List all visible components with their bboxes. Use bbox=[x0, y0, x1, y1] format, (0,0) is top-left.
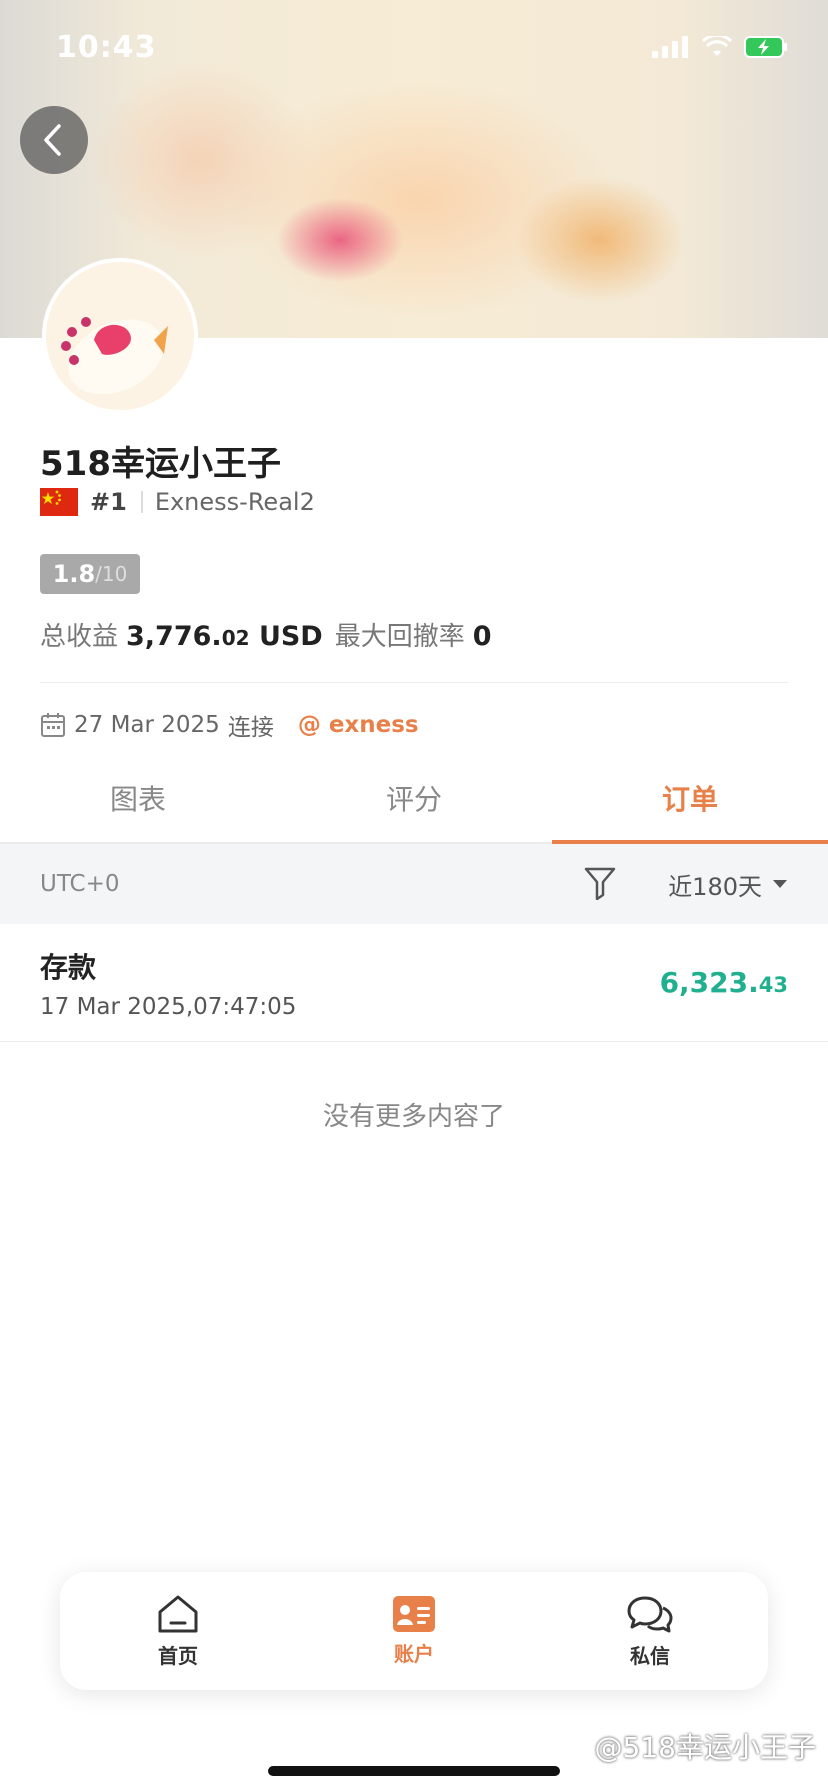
caret-down-icon bbox=[773, 880, 787, 888]
order-datetime: 17 Mar 2025,07:47:05 bbox=[40, 994, 297, 1020]
tab-chart[interactable]: 图表 bbox=[0, 768, 276, 842]
avatar bbox=[42, 258, 198, 414]
nav-home-label: 首页 bbox=[158, 1643, 198, 1668]
battery-charging-icon bbox=[744, 36, 787, 58]
home-icon bbox=[158, 1595, 198, 1632]
total-profit-label: 总收益 bbox=[40, 622, 119, 652]
account-card-icon bbox=[393, 1595, 435, 1632]
total-profit-currency: USD bbox=[258, 621, 323, 652]
meta-separator bbox=[140, 491, 143, 513]
chevron-left-icon bbox=[44, 124, 61, 156]
broker-link[interactable]: @ exness bbox=[298, 712, 419, 738]
cat-paw-avatar-icon bbox=[46, 262, 194, 410]
score-max: /10 bbox=[95, 562, 128, 586]
order-amount: 6,323.43 bbox=[660, 966, 788, 999]
section-divider bbox=[40, 682, 788, 683]
connect-label: 连接 bbox=[227, 715, 274, 741]
signal-icon bbox=[652, 36, 688, 58]
max-drawdown-value: 0 bbox=[472, 621, 492, 652]
account-name: Exness-Real2 bbox=[154, 488, 315, 516]
filter-icon[interactable] bbox=[584, 866, 616, 900]
filter-bar: UTC+0 近180天 bbox=[0, 844, 828, 924]
status-icons bbox=[652, 36, 788, 58]
back-button[interactable] bbox=[20, 106, 88, 174]
tab-orders[interactable]: 订单 bbox=[552, 768, 828, 844]
nav-messages-label: 私信 bbox=[630, 1643, 670, 1668]
watermark: @518幸运小王子 bbox=[594, 1731, 816, 1764]
profile-meta: #1 Exness-Real2 bbox=[40, 488, 315, 516]
score-badge: 1.8/10 bbox=[40, 554, 140, 594]
stats-row: 总收益 3,776.02 USD 最大回撤率 0 bbox=[40, 616, 500, 653]
no-more-content: 没有更多内容了 bbox=[322, 1102, 505, 1132]
china-flag-icon bbox=[40, 488, 78, 516]
date-range-dropdown[interactable]: 近180天 bbox=[668, 867, 788, 902]
wifi-icon bbox=[702, 36, 732, 56]
total-profit-main: 3,776. bbox=[126, 621, 222, 652]
max-drawdown-label: 最大回撤率 bbox=[334, 622, 465, 652]
nav-account[interactable]: 账户 bbox=[296, 1572, 532, 1690]
chat-bubbles-icon bbox=[627, 1596, 673, 1632]
nav-home[interactable]: 首页 bbox=[60, 1572, 296, 1690]
order-amount-main: 6,323. bbox=[659, 966, 759, 999]
date-range-label: 近180天 bbox=[668, 872, 762, 901]
connect-date: 27 Mar 2025 bbox=[74, 712, 220, 738]
order-amount-cents: 43 bbox=[758, 973, 788, 997]
total-profit-value: 3,776.02 USD bbox=[126, 621, 323, 652]
home-indicator bbox=[268, 1766, 560, 1776]
timezone-label: UTC+0 bbox=[40, 871, 120, 897]
status-time: 10:43 bbox=[56, 30, 157, 65]
order-row[interactable]: 存款 17 Mar 2025,07:47:05 6,323.43 bbox=[0, 924, 828, 1042]
connect-row: 27 Mar 2025 连接 @ exness bbox=[40, 708, 419, 742]
order-type: 存款 bbox=[40, 951, 97, 984]
rank-label: #1 bbox=[90, 488, 127, 516]
tab-score[interactable]: 评分 bbox=[276, 768, 552, 842]
profile-name: 518幸运小王子 bbox=[40, 444, 281, 484]
nav-messages[interactable]: 私信 bbox=[532, 1572, 768, 1690]
total-profit-cents: 02 bbox=[221, 626, 250, 650]
calendar-icon bbox=[41, 713, 65, 737]
status-bar: 10:43 bbox=[0, 0, 828, 100]
nav-account-label: 账户 bbox=[394, 1641, 434, 1666]
tab-bar: 图表 评分 订单 bbox=[0, 768, 828, 844]
bottom-nav: 首页 账户 私信 bbox=[60, 1572, 768, 1690]
score-value: 1.8 bbox=[52, 560, 96, 588]
